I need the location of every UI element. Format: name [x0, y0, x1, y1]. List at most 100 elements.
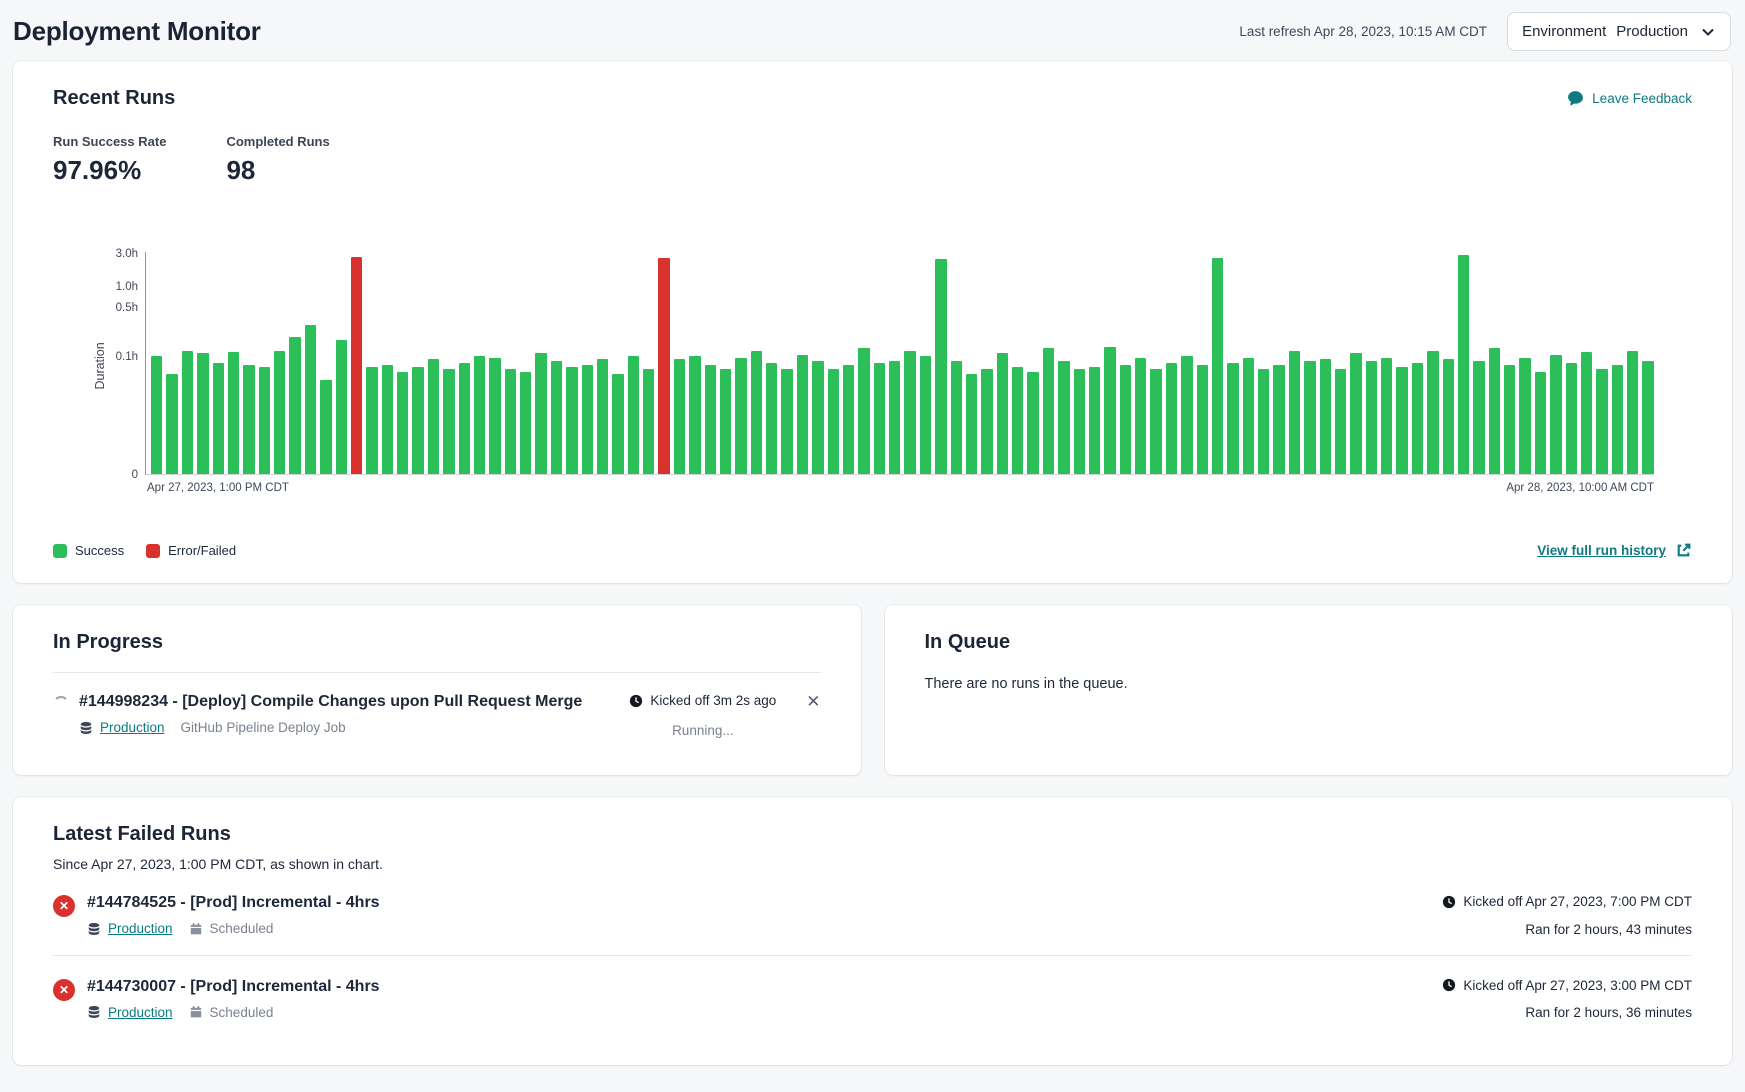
chart-bar-failed[interactable]	[351, 257, 362, 474]
chart-bar-success[interactable]	[858, 348, 869, 474]
chart-bar-success[interactable]	[1489, 348, 1500, 474]
chart-bar-success[interactable]	[412, 367, 423, 474]
chart-bar-success[interactable]	[1273, 365, 1284, 474]
chart-bar-success[interactable]	[1304, 361, 1315, 474]
chart-bar-success[interactable]	[166, 374, 177, 474]
chart-bar-success[interactable]	[1227, 363, 1238, 474]
chart-bar-success[interactable]	[705, 365, 716, 474]
chart-bar-success[interactable]	[935, 259, 946, 474]
chart-bar-success[interactable]	[1381, 358, 1392, 474]
chart-bar-success[interactable]	[1120, 365, 1131, 474]
chart-bar-success[interactable]	[428, 359, 439, 474]
chart-bar-success[interactable]	[1197, 365, 1208, 474]
chart-bar-success[interactable]	[1027, 372, 1038, 474]
chart-bar-success[interactable]	[551, 361, 562, 474]
chart-bar-success[interactable]	[1396, 367, 1407, 474]
close-icon[interactable]: ✕	[806, 693, 820, 711]
chart-bar-success[interactable]	[889, 361, 900, 474]
chart-bar-success[interactable]	[597, 359, 608, 474]
view-full-run-history-link[interactable]: View full run history	[1537, 542, 1692, 559]
chart-bar-success[interactable]	[1150, 369, 1161, 474]
chart-bar-success[interactable]	[274, 351, 285, 474]
chart-bar-success[interactable]	[182, 351, 193, 474]
chart-bar-success[interactable]	[1212, 258, 1223, 474]
chart-bar-success[interactable]	[766, 363, 777, 474]
chart-bar-success[interactable]	[1504, 365, 1515, 474]
chart-bar-success[interactable]	[951, 361, 962, 474]
chart-bar-success[interactable]	[628, 356, 639, 474]
chart-bar-success[interactable]	[1135, 358, 1146, 474]
chart-bar-success[interactable]	[1412, 363, 1423, 474]
chart-bar-success[interactable]	[612, 374, 623, 474]
chart-bar-success[interactable]	[1350, 353, 1361, 474]
chart-bar-success[interactable]	[1550, 355, 1561, 474]
chart-bar-success[interactable]	[720, 369, 731, 474]
chart-bar-success[interactable]	[197, 353, 208, 474]
chart-bar-success[interactable]	[1012, 367, 1023, 474]
chart-bar-success[interactable]	[459, 363, 470, 474]
chart-bar-success[interactable]	[1181, 356, 1192, 474]
chart-bar-success[interactable]	[382, 365, 393, 474]
chart-bar-success[interactable]	[1458, 255, 1469, 474]
chart-bar-success[interactable]	[1166, 363, 1177, 474]
chart-bar-success[interactable]	[920, 356, 931, 474]
chart-bar-success[interactable]	[474, 356, 485, 474]
chart-bar-success[interactable]	[781, 369, 792, 474]
chart-bar-success[interactable]	[981, 369, 992, 474]
chart-bar-success[interactable]	[1519, 358, 1530, 474]
chart-bar-success[interactable]	[1642, 361, 1653, 474]
chart-bar-success[interactable]	[674, 359, 685, 474]
chart-bar-success[interactable]	[1320, 359, 1331, 474]
chart-bar-success[interactable]	[243, 365, 254, 474]
chart-bar-success[interactable]	[1596, 369, 1607, 474]
chart-bar-success[interactable]	[966, 374, 977, 474]
chart-bar-success[interactable]	[228, 352, 239, 474]
chart-bar-success[interactable]	[751, 351, 762, 474]
chart-bar-success[interactable]	[874, 363, 885, 474]
chart-bar-success[interactable]	[443, 369, 454, 474]
chart-bar-success[interactable]	[812, 361, 823, 474]
chart-bar-success[interactable]	[843, 365, 854, 474]
chart-bar-success[interactable]	[289, 337, 300, 474]
chart-bar-success[interactable]	[535, 353, 546, 474]
chart-bar-success[interactable]	[643, 369, 654, 474]
chart-bar-success[interactable]	[1104, 347, 1115, 474]
chart-bar-success[interactable]	[735, 358, 746, 474]
environment-link[interactable]: Production	[108, 1005, 173, 1020]
chart-bar-success[interactable]	[689, 356, 700, 474]
chart-bar-success[interactable]	[259, 367, 270, 474]
chart-bar-success[interactable]	[1258, 369, 1269, 474]
chart-bar-success[interactable]	[1473, 361, 1484, 474]
chart-bar-success[interactable]	[1366, 361, 1377, 474]
chart-bar-success[interactable]	[1243, 358, 1254, 474]
chart-bar-success[interactable]	[320, 380, 331, 474]
chart-bar-success[interactable]	[366, 367, 377, 474]
chart-bar-success[interactable]	[997, 353, 1008, 474]
chart-bar-success[interactable]	[797, 355, 808, 474]
chart-bar-success[interactable]	[904, 351, 915, 474]
chart-bar-success[interactable]	[336, 340, 347, 474]
chart-bar-success[interactable]	[1535, 372, 1546, 474]
chart-bar-success[interactable]	[305, 325, 316, 474]
environment-link[interactable]: Production	[100, 720, 165, 735]
chart-bar-success[interactable]	[1612, 365, 1623, 474]
chart-bar-success[interactable]	[1058, 361, 1069, 474]
chart-bar-success[interactable]	[1043, 348, 1054, 474]
chart-bar-success[interactable]	[582, 365, 593, 474]
chart-bar-success[interactable]	[213, 363, 224, 474]
environment-link[interactable]: Production	[108, 921, 173, 936]
chart-bar-success[interactable]	[520, 372, 531, 474]
chart-bar-success[interactable]	[1074, 369, 1085, 474]
leave-feedback-link[interactable]: Leave Feedback	[1567, 90, 1692, 107]
chart-bar-success[interactable]	[1289, 351, 1300, 474]
chart-bar-success[interactable]	[1427, 351, 1438, 474]
chart-bar-success[interactable]	[151, 356, 162, 474]
chart-bar-success[interactable]	[505, 369, 516, 474]
chart-bar-success[interactable]	[566, 367, 577, 474]
chart-bar-success[interactable]	[828, 369, 839, 474]
chart-bar-success[interactable]	[1089, 367, 1100, 474]
chart-bar-success[interactable]	[489, 358, 500, 474]
chart-bar-success[interactable]	[1443, 359, 1454, 474]
chart-bar-success[interactable]	[1581, 352, 1592, 474]
environment-select[interactable]: Environment Production	[1507, 12, 1731, 51]
